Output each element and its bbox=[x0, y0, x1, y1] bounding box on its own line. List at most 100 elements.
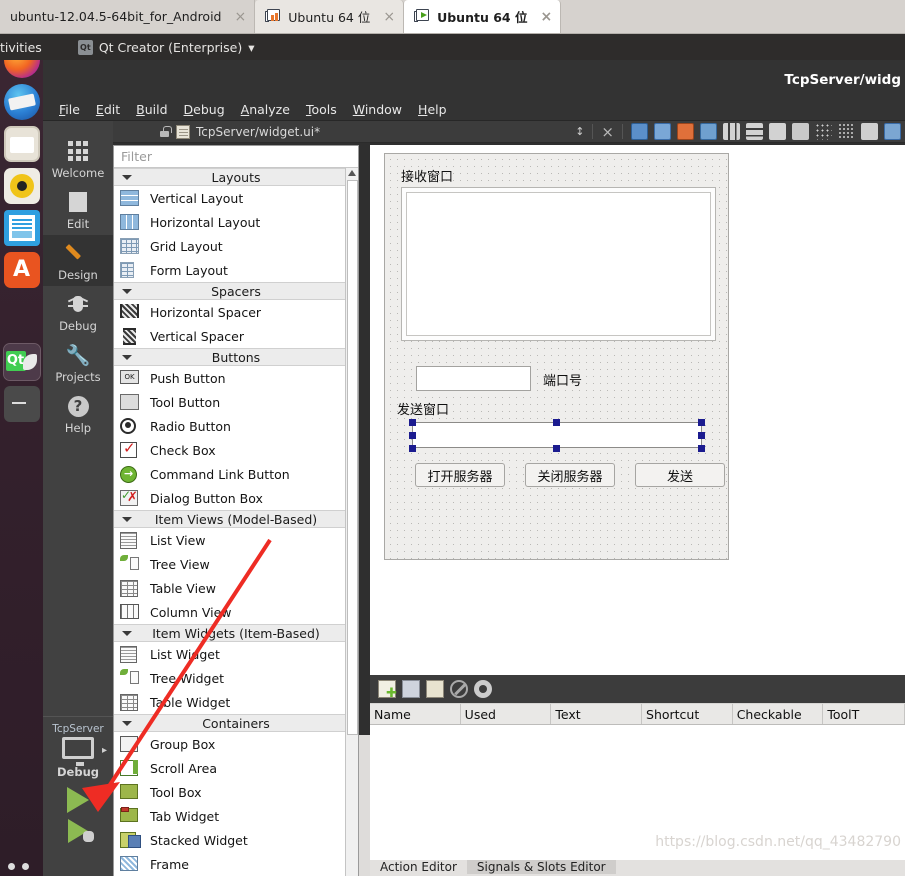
form-canvas[interactable]: 接收窗口 端口号 发送窗口 打开服务器 关闭服务器 发送 bbox=[370, 145, 905, 675]
mode-edit[interactable]: Edit bbox=[43, 184, 113, 235]
widget-item-table-widget[interactable]: Table Widget bbox=[114, 690, 358, 714]
vm-tab-0[interactable]: ubuntu-12.04.5-64bit_for_Android × bbox=[0, 0, 256, 33]
activities-label[interactable]: tivities bbox=[0, 40, 42, 55]
widget-item-column-view[interactable]: Column View bbox=[114, 600, 358, 624]
widget-category-buttons[interactable]: Buttons bbox=[114, 348, 358, 366]
desktop-monitor-icon[interactable] bbox=[62, 737, 94, 766]
column-header-name[interactable]: Name bbox=[370, 704, 461, 724]
edit-buddies-icon[interactable] bbox=[677, 123, 694, 140]
widget-item-check-box[interactable]: ✓ Check Box bbox=[114, 438, 358, 462]
edit-settings-icon[interactable] bbox=[474, 680, 492, 698]
widget-box-list[interactable]: Layouts Vertical Layout Horizontal Layout G… bbox=[114, 168, 358, 876]
widget-item-radio-button[interactable]: Radio Button bbox=[114, 414, 358, 438]
widget-item-scroll-area[interactable]: Scroll Area bbox=[114, 756, 358, 780]
layout-vertically-icon[interactable] bbox=[746, 123, 763, 140]
selection-handle-br[interactable] bbox=[698, 445, 705, 452]
scroll-up-icon[interactable] bbox=[348, 170, 356, 176]
thunderbird-icon[interactable] bbox=[3, 84, 40, 120]
widget-item-tree-view[interactable]: Tree View bbox=[114, 552, 358, 576]
menu-window[interactable]: Window bbox=[353, 102, 402, 117]
app-menu[interactable]: Qt Qt Creator (Enterprise) ▾ bbox=[77, 39, 254, 55]
receive-textedit[interactable] bbox=[401, 187, 716, 341]
layout-grid-icon[interactable] bbox=[838, 123, 855, 140]
edit-tab-order-icon[interactable] bbox=[700, 123, 717, 140]
ubuntu-software-icon[interactable]: A bbox=[3, 252, 40, 288]
widget-category-spacers[interactable]: Spacers bbox=[114, 282, 358, 300]
filter-input[interactable]: Filter bbox=[114, 146, 358, 168]
widget-item-table-view[interactable]: Table View bbox=[114, 576, 358, 600]
qt-creator-icon[interactable]: Qt bbox=[2, 343, 41, 381]
column-header-checkable[interactable]: Checkable bbox=[733, 704, 824, 724]
updown-arrows-icon[interactable]: ↕ bbox=[575, 125, 584, 138]
widget-item-dialog-button-box[interactable]: ✗ ✓ Dialog Button Box bbox=[114, 486, 358, 510]
files-icon[interactable] bbox=[3, 126, 40, 162]
selection-handle-tl[interactable] bbox=[409, 419, 416, 426]
widget-box-scrollbar[interactable] bbox=[345, 168, 358, 876]
column-header-text[interactable]: Text bbox=[551, 704, 643, 724]
widget-item-vertical-spacer[interactable]: Vertical Spacer bbox=[114, 324, 358, 348]
widget-item-tab-widget[interactable]: Tab Widget bbox=[114, 804, 358, 828]
port-lineedit[interactable] bbox=[416, 366, 531, 391]
widget-item-frame[interactable]: Frame bbox=[114, 852, 358, 876]
vm-tab-2[interactable]: Ubuntu 64 位 × bbox=[404, 0, 562, 33]
widget-category-layouts[interactable]: Layouts bbox=[114, 168, 358, 186]
open-filename[interactable]: TcpServer/widget.ui* bbox=[196, 125, 320, 139]
designed-form[interactable]: 接收窗口 端口号 发送窗口 打开服务器 关闭服务器 发送 bbox=[384, 153, 729, 560]
mode-projects[interactable]: 🔧 Projects bbox=[43, 337, 113, 388]
adjust-size-icon[interactable] bbox=[884, 123, 901, 140]
widget-item-tool-box[interactable]: Tool Box bbox=[114, 780, 358, 804]
menu-debug[interactable]: Debug bbox=[184, 102, 225, 117]
widget-item-horizontal-layout[interactable]: Horizontal Layout bbox=[114, 210, 358, 234]
widget-item-horizontal-spacer[interactable]: Horizontal Spacer bbox=[114, 300, 358, 324]
menu-help[interactable]: Help bbox=[418, 102, 447, 117]
widget-item-tool-button[interactable]: Tool Button bbox=[114, 390, 358, 414]
kit-expand-arrow[interactable]: ▸ bbox=[102, 745, 107, 756]
widget-item-vertical-layout[interactable]: Vertical Layout bbox=[114, 186, 358, 210]
layout-splitter-v-icon[interactable] bbox=[792, 123, 809, 140]
menu-edit[interactable]: Edit bbox=[96, 102, 120, 117]
close-icon[interactable]: × bbox=[383, 9, 395, 25]
widget-item-push-button[interactable]: OK Push Button bbox=[114, 366, 358, 390]
scrollbar-thumb[interactable] bbox=[347, 180, 358, 735]
selection-handle-ml[interactable] bbox=[409, 432, 416, 439]
widget-item-form-layout[interactable]: Form Layout bbox=[114, 258, 358, 282]
edit-widgets-icon[interactable] bbox=[631, 123, 648, 140]
widget-item-group-box[interactable]: Group Box bbox=[114, 732, 358, 756]
mode-design[interactable]: Design bbox=[43, 235, 113, 286]
run-triangle-icon[interactable] bbox=[67, 787, 89, 813]
delete-icon[interactable] bbox=[450, 680, 468, 698]
unlocked-icon[interactable] bbox=[159, 125, 172, 138]
widget-item-tree-widget[interactable]: Tree Widget bbox=[114, 666, 358, 690]
selection-handle-tc[interactable] bbox=[553, 419, 560, 426]
menu-tools[interactable]: Tools bbox=[306, 102, 337, 117]
send-button[interactable]: 发送 bbox=[635, 463, 725, 487]
column-header-shortcut[interactable]: Shortcut bbox=[642, 704, 733, 724]
send-window-label[interactable]: 发送窗口 bbox=[397, 399, 449, 418]
widget-item-grid-layout[interactable]: Grid Layout bbox=[114, 234, 358, 258]
selection-handle-bc[interactable] bbox=[553, 445, 560, 452]
copy-icon[interactable] bbox=[402, 680, 420, 698]
widget-item-command-link-button[interactable]: → Command Link Button bbox=[114, 462, 358, 486]
open-server-button[interactable]: 打开服务器 bbox=[415, 463, 505, 487]
tab-action-editor[interactable]: Action Editor bbox=[370, 860, 467, 874]
widget-category-item-views-model-based[interactable]: Item Views (Model-Based) bbox=[114, 510, 358, 528]
menu-build[interactable]: Build bbox=[136, 102, 167, 117]
menu-file[interactable]: File bbox=[59, 102, 80, 117]
edit-signals-slots-icon[interactable] bbox=[654, 123, 671, 140]
menu-analyze[interactable]: Analyze bbox=[241, 102, 290, 117]
column-header-tooltip[interactable]: ToolT bbox=[823, 704, 905, 724]
receive-window-label[interactable]: 接收窗口 bbox=[401, 166, 453, 185]
mode-debug[interactable]: Debug bbox=[43, 286, 113, 337]
vm-tab-1[interactable]: Ubuntu 64 位 × bbox=[255, 0, 405, 33]
terminal-icon[interactable] bbox=[3, 386, 40, 422]
selection-handle-bl[interactable] bbox=[409, 445, 416, 452]
widget-category-item-widgets-item-based[interactable]: Item Widgets (Item-Based) bbox=[114, 624, 358, 642]
mode-welcome[interactable]: Welcome bbox=[43, 133, 113, 184]
close-icon[interactable]: × bbox=[235, 9, 247, 25]
widget-item-list-widget[interactable]: List Widget bbox=[114, 642, 358, 666]
widget-item-stacked-widget[interactable]: Stacked Widget bbox=[114, 828, 358, 852]
port-label[interactable]: 端口号 bbox=[543, 370, 582, 389]
layout-splitter-h-icon[interactable] bbox=[769, 123, 786, 140]
layout-horizontally-icon[interactable] bbox=[723, 123, 740, 140]
libreoffice-icon[interactable] bbox=[3, 210, 40, 246]
